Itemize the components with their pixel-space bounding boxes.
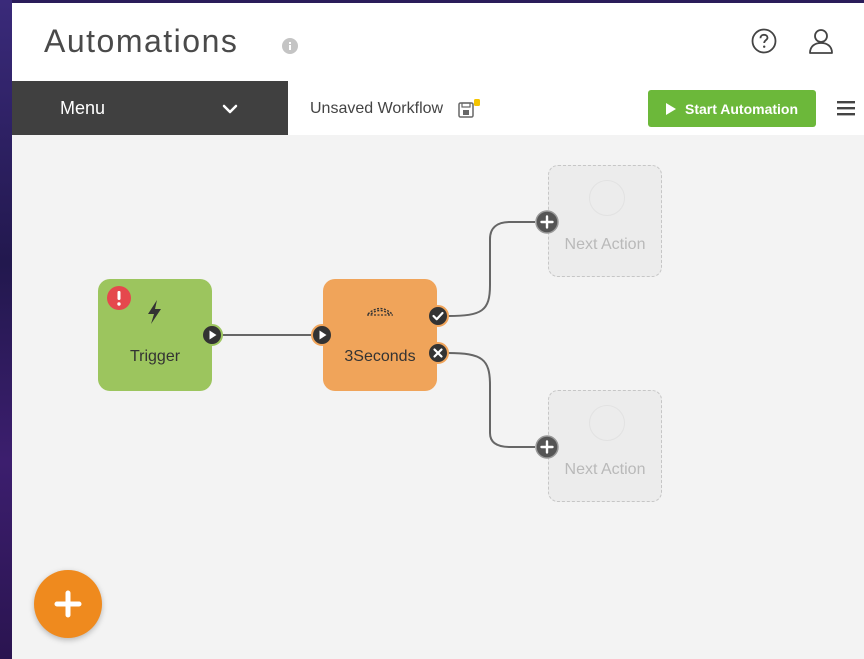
menu-dropdown[interactable]: Menu bbox=[12, 81, 288, 135]
workflow-toolbar: Menu Unsaved Workflow Start Automation bbox=[12, 81, 864, 135]
menu-label: Menu bbox=[60, 98, 106, 118]
add-step-fab-button[interactable] bbox=[34, 570, 102, 638]
placeholder-circle-icon bbox=[589, 180, 625, 216]
next-action-label: Next Action bbox=[564, 461, 646, 478]
start-automation-button[interactable]: Start Automation bbox=[648, 90, 816, 127]
action-node-3seconds[interactable]: 3Seconds bbox=[323, 279, 437, 391]
automations-app: Automations Menu Unsaved Workflow Start … bbox=[12, 3, 864, 659]
action-label: 3Seconds bbox=[344, 348, 416, 365]
failure-port-x-icon[interactable] bbox=[427, 342, 449, 364]
page-title: Automations bbox=[44, 23, 239, 59]
hamburger-icon[interactable] bbox=[836, 99, 856, 117]
info-icon[interactable] bbox=[282, 38, 298, 54]
3seconds-logo-icon bbox=[367, 307, 393, 316]
workflow-name[interactable]: Unsaved Workflow bbox=[310, 100, 443, 118]
play-icon bbox=[666, 103, 676, 115]
connection-lines bbox=[222, 221, 535, 448]
next-action-placeholder[interactable]: Next Action bbox=[548, 390, 662, 502]
plus-icon bbox=[54, 590, 82, 618]
lightning-icon bbox=[148, 300, 161, 324]
action-input-port[interactable] bbox=[311, 324, 333, 346]
trigger-label: Trigger bbox=[129, 348, 181, 365]
user-icon[interactable] bbox=[807, 27, 835, 55]
trigger-output-port[interactable] bbox=[201, 324, 223, 346]
alert-icon bbox=[107, 286, 131, 310]
next-action-label: Next Action bbox=[564, 236, 646, 253]
workflow-canvas[interactable]: Trigger 3Seconds Next Action Next Action bbox=[12, 135, 864, 659]
placeholder-circle-icon bbox=[589, 405, 625, 441]
app-header: Automations bbox=[12, 3, 864, 82]
success-port-check-icon[interactable] bbox=[427, 305, 449, 327]
start-automation-label: Start Automation bbox=[685, 101, 799, 117]
add-next-action-plus-icon[interactable] bbox=[535, 210, 559, 234]
add-next-action-plus-icon[interactable] bbox=[535, 435, 559, 459]
help-icon[interactable] bbox=[751, 28, 777, 54]
save-icon[interactable] bbox=[458, 98, 484, 120]
next-action-placeholder[interactable]: Next Action bbox=[548, 165, 662, 277]
chevron-down-icon bbox=[222, 104, 238, 114]
desktop-background bbox=[0, 0, 12, 659]
